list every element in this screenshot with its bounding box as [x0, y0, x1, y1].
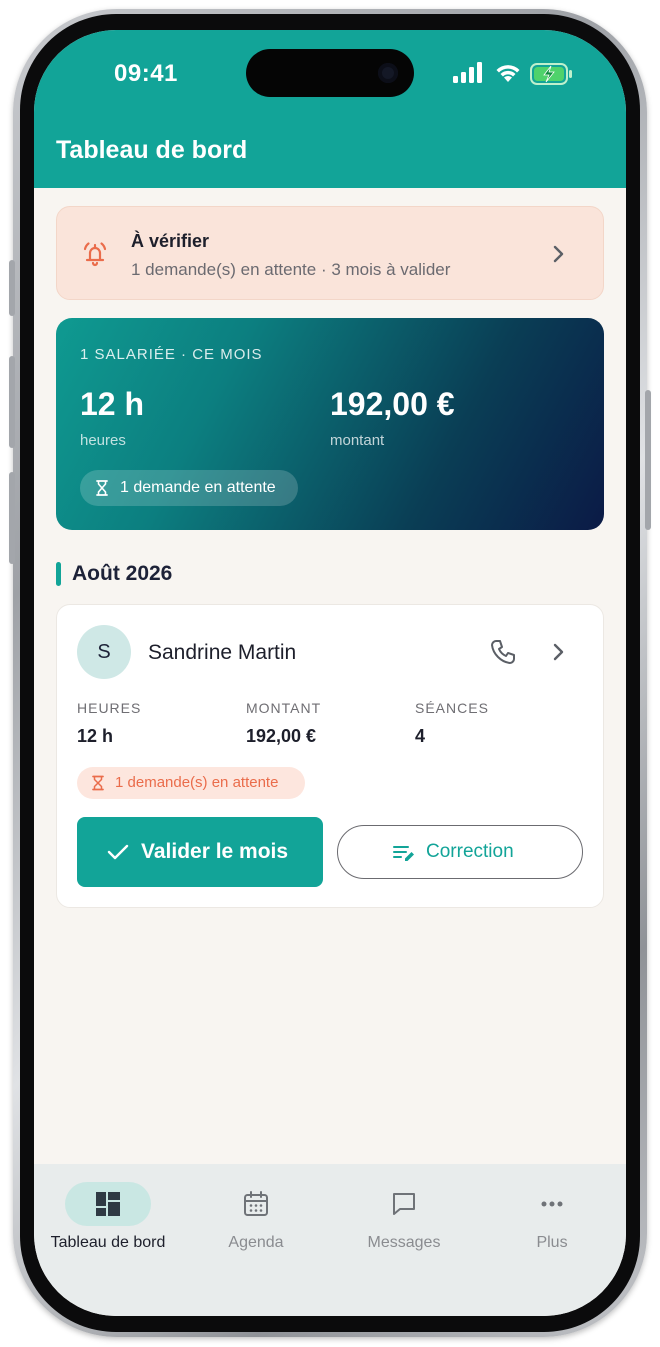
- alert-subtitle: 1 demande(s) en attente · 3 mois à valid…: [131, 260, 451, 279]
- summary-card: 1 SALARIÉE · CE MOIS 12 h heures 192,00 …: [56, 318, 604, 530]
- hourglass-icon: [92, 775, 104, 791]
- tab-dashboard-indicator: [65, 1182, 151, 1226]
- summary-caption: 1 SALARIÉE · CE MOIS: [80, 346, 263, 363]
- volume-down-button: [9, 472, 15, 564]
- alarm-bell-icon: [83, 242, 107, 267]
- volume-up-button: [9, 356, 15, 448]
- tab-agenda-indicator: [213, 1182, 299, 1226]
- stat-amount-label: MONTANT: [246, 700, 322, 716]
- correction-label: Correction: [426, 841, 514, 862]
- correction-button[interactable]: Correction: [337, 825, 583, 879]
- power-button: [645, 390, 651, 530]
- tab-agenda-label: Agenda: [228, 1234, 284, 1251]
- summary-pending-badge[interactable]: 1 demande en attente: [80, 470, 298, 506]
- hourglass-icon: [96, 480, 108, 496]
- silent-switch: [9, 260, 15, 316]
- alert-title: À vérifier: [131, 231, 210, 251]
- camera-icon: [378, 63, 398, 83]
- section-accent-bar: [56, 562, 61, 586]
- summary-hours-label: heures: [80, 432, 126, 449]
- bottom-tab-bar: Tableau de bord Agenda Messages Plus: [34, 1164, 626, 1316]
- pending-badge-text: 1 demande(s) en attente: [115, 774, 279, 791]
- app-screen: 09:41 Tableau de bord À vérifier 1 deman…: [34, 30, 626, 1316]
- calendar-icon: [244, 1191, 268, 1216]
- edit-note-icon: [393, 846, 414, 861]
- phone-icon[interactable]: [489, 638, 517, 666]
- more-icon: [541, 1201, 563, 1207]
- summary-pending-text: 1 demande en attente: [120, 479, 276, 496]
- tab-dashboard-label: Tableau de bord: [50, 1234, 166, 1251]
- battery-charging-icon: [530, 63, 572, 85]
- tab-messages-label: Messages: [367, 1234, 441, 1251]
- section-title: Août 2026: [72, 562, 173, 585]
- pending-badge[interactable]: 1 demande(s) en attente: [77, 767, 305, 799]
- wifi-icon: [496, 65, 520, 82]
- employee-name: Sandrine Martin: [148, 641, 297, 664]
- status-time: 09:41: [114, 60, 178, 87]
- stat-hours-label: HEURES: [77, 700, 142, 716]
- validate-month-label: Valider le mois: [141, 840, 289, 863]
- stat-sessions-value: 4: [415, 726, 426, 746]
- message-icon: [393, 1193, 415, 1215]
- page-title: Tableau de bord: [56, 136, 248, 164]
- summary-amount-label: montant: [330, 432, 385, 449]
- tab-more[interactable]: Plus: [478, 1182, 626, 1262]
- avatar: S: [77, 625, 131, 679]
- stat-sessions-label: SÉANCES: [415, 700, 489, 716]
- alert-card[interactable]: À vérifier 1 demande(s) en attente · 3 m…: [56, 206, 604, 300]
- dynamic-island: [246, 49, 414, 97]
- summary-hours-value: 12 h: [80, 386, 145, 422]
- tab-messages-indicator: [361, 1182, 447, 1226]
- stat-amount-value: 192,00 €: [246, 726, 317, 746]
- stat-hours-value: 12 h: [77, 726, 114, 746]
- summary-amount-value: 192,00 €: [330, 386, 455, 422]
- validate-month-button[interactable]: Valider le mois: [77, 817, 323, 887]
- chevron-right-icon: [553, 245, 564, 263]
- employee-card[interactable]: S Sandrine Martin HEURES 12 h MONTANT 19…: [56, 604, 604, 908]
- tab-more-label: Plus: [536, 1234, 568, 1251]
- dashboard-icon: [96, 1192, 120, 1216]
- tab-more-indicator: [509, 1182, 595, 1226]
- check-icon: [107, 844, 129, 860]
- cellular-signal-icon: [453, 62, 482, 83]
- tab-agenda[interactable]: Agenda: [182, 1182, 330, 1262]
- tab-dashboard[interactable]: Tableau de bord: [34, 1182, 182, 1262]
- tab-messages[interactable]: Messages: [330, 1182, 478, 1262]
- top-header: 09:41 Tableau de bord: [34, 30, 626, 188]
- chevron-right-icon[interactable]: [547, 641, 569, 663]
